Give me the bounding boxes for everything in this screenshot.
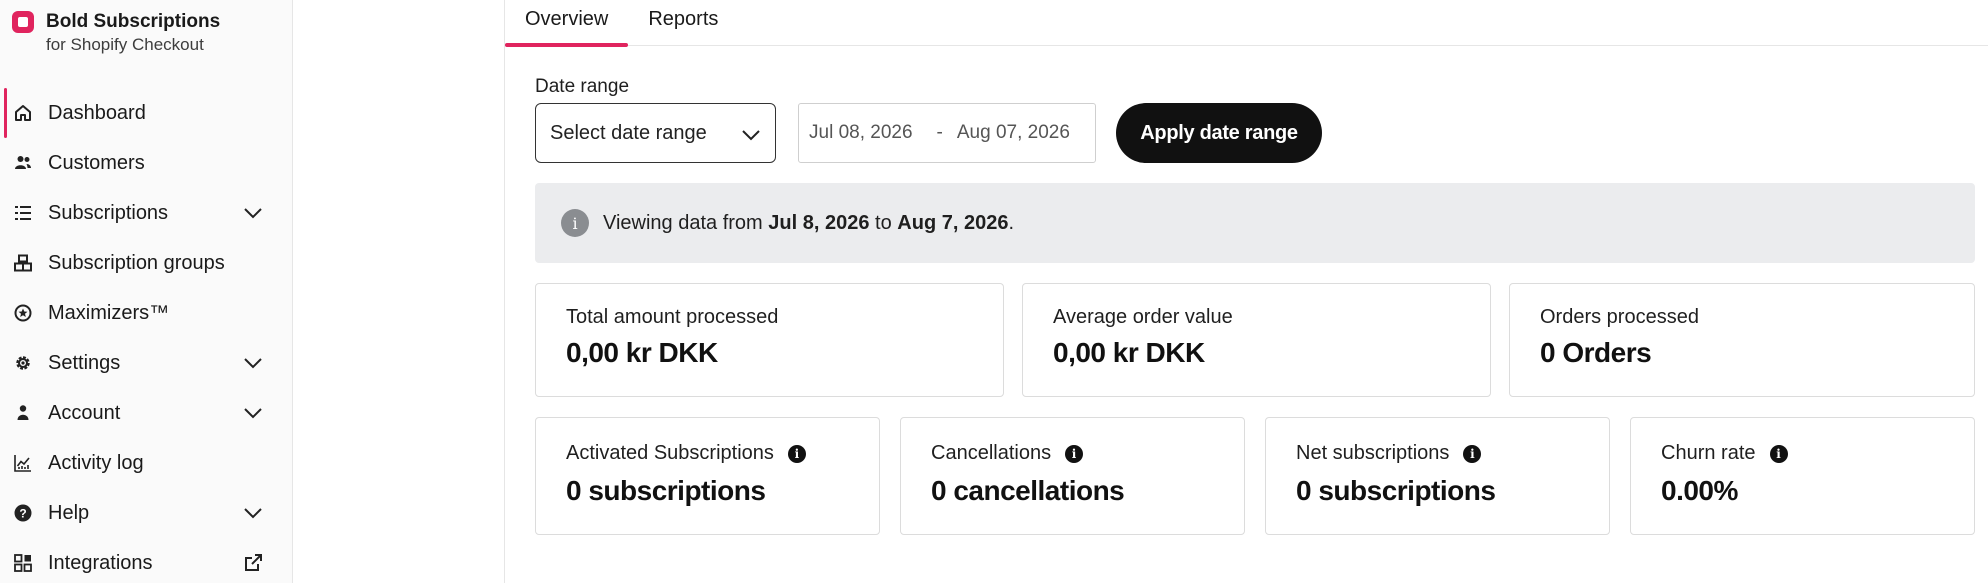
stat-card-cancellations: Cancellations i 0 cancellations <box>900 417 1245 535</box>
sidebar-item-label: Subscriptions <box>48 201 169 224</box>
sidebar-item-help[interactable]: ? Help <box>0 488 292 538</box>
date-separator: - <box>936 122 943 143</box>
brand-name: Bold Subscriptions <box>46 11 221 32</box>
list-icon <box>14 204 32 222</box>
date-range-select-value: Select date range <box>550 121 707 144</box>
info-icon[interactable]: i <box>1463 444 1482 463</box>
chevron-down-icon[interactable] <box>242 402 264 424</box>
end-date-field[interactable]: Aug 07, 2026 <box>957 122 1070 144</box>
sidebar-item-account[interactable]: Account <box>0 388 292 438</box>
stat-value: 0,00 kr DKK <box>566 337 718 368</box>
apply-date-range-button[interactable]: Apply date range <box>1116 103 1322 163</box>
stat-label: Orders processed <box>1540 306 1699 328</box>
sidebar: Bold Subscriptions for Shopify Checkout … <box>0 0 293 583</box>
stat-card-churn-rate: Churn rate i 0.00% <box>1630 417 1975 535</box>
stat-value: 0 subscriptions <box>566 475 766 506</box>
stat-value: 0 subscriptions <box>1296 475 1496 506</box>
users-icon <box>14 154 32 172</box>
stat-label-row: Churn rate i <box>1661 442 1974 465</box>
bold-logo-icon <box>12 11 34 33</box>
sidebar-item-integrations[interactable]: Integrations <box>0 538 292 583</box>
stat-label: Churn rate <box>1661 442 1756 464</box>
grid-icon <box>14 554 32 572</box>
sidebar-item-label: Help <box>48 501 90 524</box>
stat-value: 0 cancellations <box>931 475 1125 506</box>
sidebar-item-label: Maximizers™ <box>48 301 170 324</box>
boxes-icon <box>14 254 32 272</box>
info-banner-prefix: Viewing data from <box>603 211 763 234</box>
help-icon: ? <box>14 504 32 522</box>
sidebar-item-maximizers[interactable]: Maximizers™ <box>0 288 292 338</box>
chevron-down-icon[interactable] <box>242 202 264 224</box>
sidebar-item-customers[interactable]: Customers <box>0 138 292 188</box>
sidebar-item-label: Settings <box>48 351 121 374</box>
sidebar-item-label: Dashboard <box>48 101 146 124</box>
tab-bar: Overview Reports <box>505 0 1988 47</box>
info-icon[interactable]: i <box>1769 444 1788 463</box>
home-icon <box>14 104 32 122</box>
info-icon[interactable]: i <box>787 444 806 463</box>
star-badge-icon <box>14 304 32 322</box>
svg-text:?: ? <box>19 507 26 521</box>
chevron-down-icon <box>741 124 761 147</box>
date-range-label: Date range <box>535 76 630 97</box>
stat-label-row: Activated Subscriptions i <box>566 442 879 465</box>
info-banner-to-date: Aug 7, 2026 <box>897 211 1009 234</box>
brand-subtitle: for Shopify Checkout <box>46 35 204 54</box>
info-banner-middle: to <box>875 211 892 234</box>
person-icon <box>14 404 32 422</box>
sidebar-item-dashboard[interactable]: Dashboard <box>0 88 292 138</box>
external-link-icon[interactable] <box>242 552 264 574</box>
sidebar-item-label: Customers <box>48 151 145 174</box>
sidebar-item-label: Integrations <box>48 551 153 574</box>
chevron-down-icon[interactable] <box>242 352 264 374</box>
stat-label: Average order value <box>1053 306 1233 328</box>
chevron-down-icon[interactable] <box>242 502 264 524</box>
sidebar-item-label: Account <box>48 401 121 424</box>
sidebar-item-activity-log[interactable]: Activity log <box>0 438 292 488</box>
stat-value: 0.00% <box>1661 475 1738 506</box>
stat-value: 0 Orders <box>1540 337 1652 368</box>
start-date-field[interactable]: Jul 08, 2026 <box>809 122 913 144</box>
info-icon[interactable]: i <box>1065 444 1084 463</box>
sidebar-item-settings[interactable]: Settings <box>0 338 292 388</box>
sidebar-item-label: Activity log <box>48 451 144 474</box>
chart-icon <box>14 454 32 472</box>
stat-label: Activated Subscriptions <box>566 442 774 464</box>
sidebar-item-subscription-groups[interactable]: Subscription groups <box>0 238 292 288</box>
sidebar-item-subscriptions[interactable]: Subscriptions <box>0 188 292 238</box>
stat-label: Cancellations <box>931 442 1052 464</box>
stat-card-activated-subscriptions: Activated Subscriptions i 0 subscription… <box>535 417 880 535</box>
brand[interactable]: Bold Subscriptions for Shopify Checkout <box>12 10 220 56</box>
info-banner-from-date: Jul 8, 2026 <box>768 211 870 234</box>
stat-label-row: Cancellations i <box>931 442 1244 465</box>
info-banner: i Viewing data from Jul 8, 2026 to Aug 7… <box>535 183 1975 263</box>
stat-card-orders-processed: Orders processed 0 Orders <box>1509 283 1975 397</box>
date-range-select[interactable]: Select date range <box>535 103 776 163</box>
stat-value: 0,00 kr DKK <box>1053 337 1205 368</box>
main-content: Overview Reports Date range Select date … <box>504 0 1988 583</box>
sidebar-nav: Dashboard Customers Subscriptions Subscr… <box>0 88 292 583</box>
tab-reports[interactable]: Reports <box>628 0 738 46</box>
info-icon: i <box>561 209 589 237</box>
info-banner-suffix: . <box>1008 211 1015 234</box>
tab-overview[interactable]: Overview <box>505 0 629 47</box>
stat-card-net-subscriptions: Net subscriptions i 0 subscriptions <box>1265 417 1610 535</box>
stat-label-row: Net subscriptions i <box>1296 442 1609 465</box>
stat-label: Total amount processed <box>566 306 779 328</box>
sidebar-item-label: Subscription groups <box>48 251 225 274</box>
stat-card-total-amount: Total amount processed 0,00 kr DKK <box>535 283 1004 397</box>
stat-card-average-order: Average order value 0,00 kr DKK <box>1022 283 1491 397</box>
stat-label: Net subscriptions <box>1296 442 1450 464</box>
date-range-inputs[interactable]: Jul 08, 2026 - Aug 07, 2026 <box>798 103 1096 163</box>
gear-icon <box>14 354 32 372</box>
info-banner-text: Viewing data from Jul 8, 2026 to Aug 7, … <box>603 212 1014 235</box>
